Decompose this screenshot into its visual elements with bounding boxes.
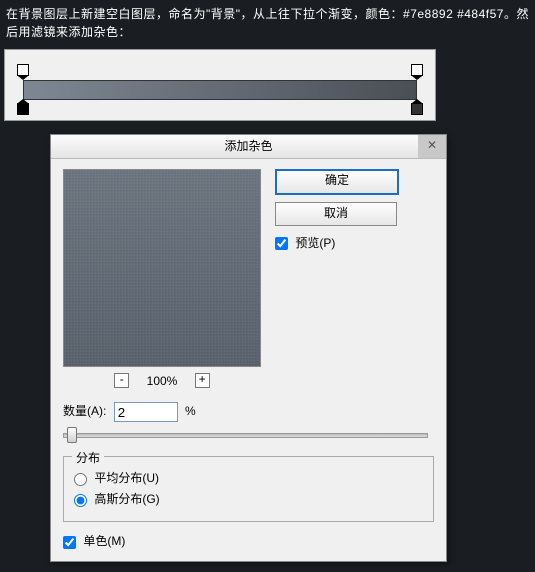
monochrome-checkbox[interactable]	[63, 536, 76, 549]
opacity-stop-left[interactable]	[17, 64, 29, 78]
gradient-editor[interactable]	[4, 49, 436, 121]
monochrome-label: 单色(M)	[83, 534, 125, 548]
cancel-button[interactable]: 取消	[275, 202, 397, 226]
dialog-title: 添加杂色	[224, 139, 272, 153]
zoom-out-button[interactable]: -	[114, 373, 129, 388]
amount-input[interactable]	[114, 402, 178, 422]
instruction-text: 在背景图层上新建空白图层，命名为"背景"，从上往下拉个渐变，颜色：#7e8892…	[0, 0, 535, 49]
gaussian-label: 高斯分布(G)	[94, 492, 159, 506]
amount-slider[interactable]	[63, 426, 434, 442]
preview-label: 预览(P)	[295, 236, 335, 250]
amount-unit: %	[185, 405, 196, 419]
dialog-titlebar[interactable]: 添加杂色 ✕	[51, 135, 446, 159]
gaussian-radio[interactable]	[74, 494, 87, 507]
amount-slider-thumb[interactable]	[67, 427, 77, 443]
opacity-stop-right[interactable]	[411, 64, 423, 78]
ok-button[interactable]: 确定	[275, 169, 399, 195]
amount-label: 数量(A):	[63, 405, 106, 419]
gradient-bar[interactable]	[23, 80, 417, 100]
uniform-label: 平均分布(U)	[94, 471, 159, 485]
zoom-value: 100%	[147, 374, 178, 388]
noise-preview[interactable]	[63, 169, 261, 367]
color-stop-right[interactable]	[411, 99, 423, 113]
preview-checkbox[interactable]	[275, 237, 288, 250]
add-noise-dialog: 添加杂色 ✕ - 100% + 确定 取消 预览(P)	[50, 134, 447, 562]
color-stop-left[interactable]	[17, 99, 29, 113]
distribution-legend: 分布	[72, 449, 104, 466]
distribution-fieldset: 分布 平均分布(U) 高斯分布(G)	[63, 456, 434, 522]
uniform-radio[interactable]	[74, 473, 87, 486]
zoom-in-button[interactable]: +	[195, 373, 210, 388]
close-button[interactable]: ✕	[418, 135, 446, 158]
